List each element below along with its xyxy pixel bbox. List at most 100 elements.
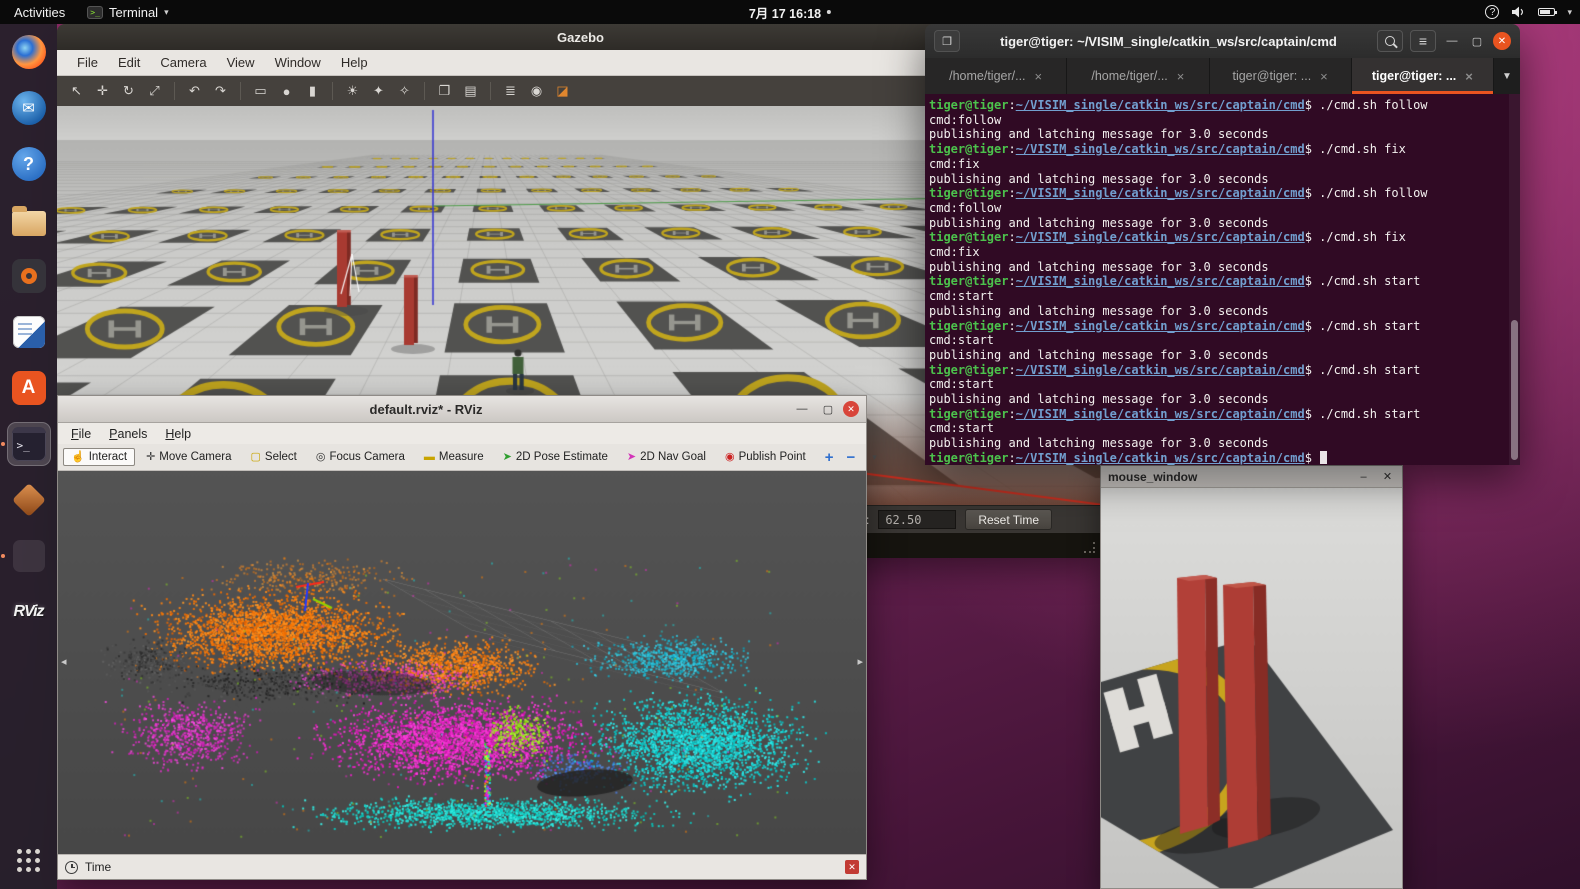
gazebo-menu-window[interactable]: Window [265,51,331,74]
tool-publish-point[interactable]: ◉Publish Point [717,448,814,466]
toolbar-separator [174,82,175,100]
time-panel-label: Time [85,860,111,874]
select-tool-icon[interactable]: ↖ [65,80,88,103]
select-box-icon: ▢ [251,452,261,463]
copy-tool-icon[interactable]: ❐ [433,80,456,103]
mouse-window-minimize-button[interactable]: – [1356,471,1371,483]
mouse-window-view[interactable] [1101,488,1402,888]
chevron-down-icon[interactable]: ▾ [872,452,877,463]
tool-2d-pose-estimate[interactable]: ➤2D Pose Estimate [495,448,616,466]
tab-list-dropdown[interactable]: ▼ [1494,58,1520,94]
time-panel-close-button[interactable]: ✕ [845,860,859,874]
rviz-time-panel: Time ✕ [58,854,866,879]
dock-item-email[interactable]: ✉ [7,86,51,130]
rviz-maximize-button[interactable]: ▢ [817,400,839,418]
show-applications-button[interactable] [7,837,51,881]
rviz-menu-file[interactable]: File [62,425,100,443]
directional-light-tool-icon[interactable]: ☀ [341,80,364,103]
mouse-window-close-button[interactable]: ✕ [1380,470,1395,483]
rviz-minimize-button[interactable]: — [791,400,813,418]
dock-item-firefox[interactable] [7,30,51,74]
tab-close-icon[interactable]: × [1035,69,1043,84]
tool-2d-nav-goal[interactable]: ➤2D Nav Goal [619,448,714,466]
mouse-window-titlebar[interactable]: mouse_window – ✕ [1101,466,1402,488]
box-tool-icon[interactable]: ▭ [249,80,272,103]
resize-grip-icon[interactable] [1084,542,1095,553]
terminal-close-button[interactable]: ✕ [1493,32,1511,50]
mouse-window: mouse_window – ✕ [1100,465,1403,889]
translate-tool-icon[interactable]: ✛ [91,80,114,103]
volume-icon [1511,6,1526,18]
dock-item-media-player[interactable] [7,254,51,298]
gazebo-menu-help[interactable]: Help [331,51,378,74]
tool-move-camera[interactable]: ✛Move Camera [138,448,239,466]
terminal-tab-3[interactable]: tiger@tiger: ...× [1210,58,1352,94]
toolbar-separator [240,82,241,100]
reset-time-button[interactable]: Reset Time [965,509,1052,530]
tool-measure[interactable]: ▬Measure [416,448,492,466]
dock-item-gazebo[interactable] [7,534,51,578]
hand-icon: ☝ [71,452,85,463]
spot-light-tool-icon[interactable]: ✧ [393,80,416,103]
dock-item-libreoffice-writer[interactable] [7,310,51,354]
terminal-body[interactable]: tiger@tiger:~/VISIM_single/catkin_ws/src… [925,94,1520,465]
terminal-output-line: cmd:start [929,289,1520,304]
sphere-tool-icon[interactable]: ● [275,80,298,103]
rviz-titlebar[interactable]: default.rviz* - RViz — ▢ ✕ [58,396,866,423]
point-light-tool-icon[interactable]: ✦ [367,80,390,103]
view-angle-tool-icon[interactable]: ◪ [551,80,574,103]
new-window-icon[interactable]: ❐ [934,30,960,52]
gazebo-menu-file[interactable]: File [67,51,108,74]
focused-app-menu[interactable]: >_ Terminal ▾ [79,5,176,20]
rotate-tool-icon[interactable]: ↻ [117,80,140,103]
scale-tool-icon[interactable]: ⤢ [143,80,166,103]
paste-tool-icon[interactable]: ▤ [459,80,482,103]
tab-close-icon[interactable]: × [1465,69,1473,84]
gazebo-menu-edit[interactable]: Edit [108,51,150,74]
rviz-menu-help[interactable]: Help [156,425,200,443]
menu-button[interactable]: ≡ [1410,30,1436,52]
terminal-output-line: cmd:fix [929,157,1520,172]
rviz-logo: RViz [13,603,43,621]
terminal-tab-1[interactable]: /home/tiger/...× [925,58,1067,94]
left-panel-collapse-icon[interactable]: ◂ [61,655,67,668]
terminal-tab-4[interactable]: tiger@tiger: ...× [1352,58,1494,94]
cylinder-tool-icon[interactable]: ▮ [301,80,324,103]
dock-item-terminal[interactable]: >_ [7,422,51,466]
tool-interact[interactable]: ☝Interact [63,448,135,466]
terminal-prompt-line: tiger@tiger:~/VISIM_single/catkin_ws/src… [929,274,1520,289]
rviz-close-button[interactable]: ✕ [843,401,859,417]
add-tool-button[interactable]: + [820,449,839,466]
align-tool-icon[interactable]: ≣ [499,80,522,103]
terminal-tab-2[interactable]: /home/tiger/...× [1067,58,1209,94]
terminal-titlebar[interactable]: ❐ tiger@tiger: ~/VISIM_single/catkin_ws/… [925,24,1520,58]
dock-item-simulator[interactable] [7,478,51,522]
terminal-app-icon: >_ [87,6,103,19]
search-button[interactable] [1377,30,1403,52]
tool-focus-camera[interactable]: ◎Focus Camera [308,448,413,466]
tool-select[interactable]: ▢Select [243,448,305,466]
gazebo-menu-camera[interactable]: Camera [150,51,216,74]
dock-item-help[interactable]: ? [7,142,51,186]
right-panel-collapse-icon[interactable]: ▸ [857,655,863,668]
system-status-area[interactable]: ? ▾ [1485,5,1572,19]
rviz-menu-panels[interactable]: Panels [100,425,156,443]
dock-item-ubuntu-software[interactable]: A [7,366,51,410]
dock-item-rviz[interactable]: RViz [7,590,51,634]
redo-tool-icon[interactable]: ↷ [209,80,232,103]
rviz-pointcloud-canvas[interactable] [58,471,866,854]
scrollbar-thumb[interactable] [1511,320,1518,460]
tab-close-icon[interactable]: × [1177,69,1185,84]
tab-close-icon[interactable]: × [1320,69,1328,84]
terminal-output-line: cmd:fix [929,245,1520,260]
rviz-3d-view[interactable]: ◂ ▸ [58,471,866,854]
undo-tool-icon[interactable]: ↶ [183,80,206,103]
terminal-maximize-button[interactable]: ▢ [1468,35,1486,48]
activities-button[interactable]: Activities [0,5,79,20]
dock-item-files[interactable] [7,198,51,242]
clock-menu[interactable]: 7月 17 16:18 [749,3,831,22]
gazebo-menu-view[interactable]: View [217,51,265,74]
terminal-minimize-button[interactable]: — [1443,35,1461,47]
remove-tool-button[interactable]: − [841,449,860,466]
snap-tool-icon[interactable]: ◉ [525,80,548,103]
